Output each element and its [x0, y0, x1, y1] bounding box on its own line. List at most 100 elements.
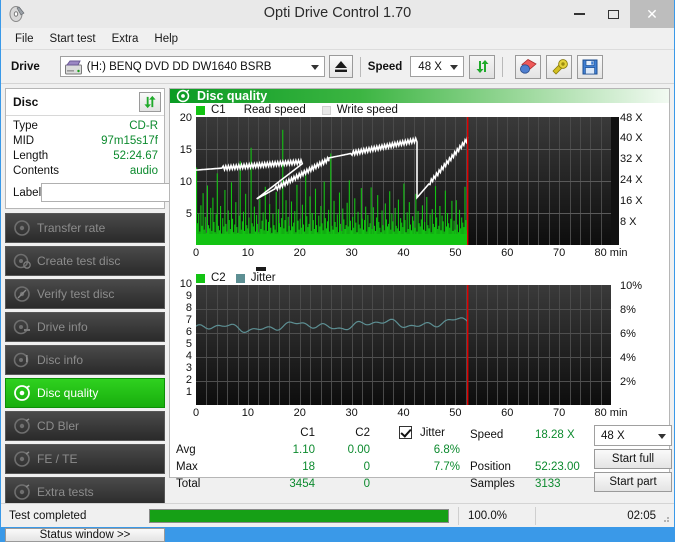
sidebar-item-label: Create test disc	[37, 254, 121, 268]
drive-select-value: (H:) BENQ DVD DD DW1640 BSRB	[86, 60, 272, 73]
sidebar-item-disc-quality[interactable]: Disc quality	[5, 378, 165, 408]
disc-row-contents: Contents audio	[13, 164, 158, 179]
disc-row-value: 52:24.67	[113, 150, 158, 162]
maximize-button[interactable]	[596, 0, 630, 28]
c1-legend: C1 Read speed Write speed	[170, 103, 669, 117]
disc-row-value: 97m15s17f	[101, 135, 158, 147]
c2-y2tick: 6%	[620, 328, 636, 340]
close-button[interactable]: ✕	[630, 0, 674, 28]
refresh-button[interactable]	[469, 54, 496, 79]
c1-plot-wrap: 20 15 10 5 48 X 40 X 32 X 24 X 16 X 8 X …	[170, 112, 669, 267]
wrench-icon	[552, 59, 568, 75]
maximize-icon	[607, 9, 619, 19]
c1-plot[interactable]	[196, 117, 611, 245]
refresh-icon	[144, 95, 156, 109]
sidebar-item-fe-te[interactable]: FE / TE	[5, 444, 165, 474]
sidebar-item-drive-info[interactable]: Drive info	[5, 312, 165, 342]
disc-refresh-button[interactable]	[139, 92, 161, 112]
stats-avg-c1: 1.10	[292, 444, 315, 456]
settings-button[interactable]	[546, 54, 573, 79]
sidebar-item-verify-test-disc[interactable]: Verify test disc	[5, 279, 165, 309]
c1-ytick: 15	[179, 144, 192, 156]
erase-button[interactable]	[515, 54, 542, 79]
c2-ytick: 5	[185, 338, 192, 350]
extra-tests-icon	[13, 483, 31, 501]
verify-disc-icon	[13, 285, 31, 303]
sidebar-item-transfer-rate[interactable]: Transfer rate	[5, 213, 165, 243]
disc-info-icon	[13, 351, 31, 369]
drive-icon	[64, 60, 82, 75]
disc-panel-header: Disc	[6, 89, 164, 116]
chevron-down-icon	[658, 433, 666, 439]
c2-ytick: 4	[185, 350, 192, 362]
legend-label-c2: C2	[211, 272, 226, 284]
speed-label: Speed	[367, 60, 403, 73]
c1-xtick: 30	[345, 247, 358, 259]
c1-xtick: 80 min	[594, 247, 628, 259]
c1-xtick: 40	[397, 247, 410, 259]
c2-ytick: 8	[185, 302, 192, 314]
disc-row-key: Length	[13, 150, 49, 162]
status-divider	[458, 506, 459, 525]
sidebar-item-cd-bler[interactable]: CD Bler	[5, 411, 165, 441]
speed-stat-value: 18.28 X	[535, 429, 575, 441]
legend-label-jitter: Jitter	[250, 272, 276, 284]
sidebar-item-create-test-disc[interactable]: Create test disc	[5, 246, 165, 276]
stats-max-c2: 0	[363, 461, 370, 473]
position-stat-value: 52:23.00	[535, 461, 580, 473]
minimize-button[interactable]	[562, 0, 596, 28]
drive-label: Drive	[11, 60, 40, 73]
progress-percent: 100.0%	[468, 509, 508, 522]
c2-jitter-plot[interactable]	[196, 285, 611, 405]
drive-select[interactable]: (H:) BENQ DVD DD DW1640 BSRB	[59, 56, 325, 77]
create-disc-icon	[13, 252, 31, 270]
test-speed-select[interactable]: 48 X	[594, 425, 672, 446]
floppy-disk-icon	[582, 59, 598, 74]
samples-stat-value: 3133	[535, 478, 561, 490]
stats-row-label-max: Max	[176, 461, 198, 473]
stats-col-c1: C1	[300, 427, 315, 439]
sidebar-item-label: Disc quality	[37, 386, 99, 400]
samples-stat-label: Samples	[470, 478, 515, 490]
jitter-checkbox[interactable]	[399, 426, 412, 442]
c2-xtick: 10	[241, 407, 254, 419]
legend-label-write-speed: Write speed	[336, 104, 398, 116]
eject-button[interactable]	[328, 55, 353, 78]
c2-xtick: 40	[397, 407, 410, 419]
c1-xtick: 10	[241, 247, 254, 259]
speed-select[interactable]: 48 X	[410, 56, 465, 77]
save-button[interactable]	[577, 54, 604, 79]
test-speed-value: 48 X	[601, 429, 625, 442]
start-full-button[interactable]: Start full	[594, 449, 672, 469]
stats-total-c2: 0	[363, 478, 370, 490]
toolbar-divider-2	[502, 56, 504, 77]
c1-y2tick: 48 X	[620, 112, 643, 124]
disc-row-value: CD-R	[129, 120, 158, 132]
toolbar-divider	[359, 56, 361, 77]
elapsed-time: 02:05	[627, 509, 656, 522]
status-window-button[interactable]: Status window >>	[5, 528, 165, 542]
disc-row-value: audio	[129, 165, 158, 177]
c1-y2tick: 8 X	[620, 216, 637, 228]
sidebar-item-label: Verify test disc	[37, 287, 115, 301]
sidebar-item-disc-info[interactable]: Disc info	[5, 345, 165, 375]
title-bar: Opti Drive Control 1.70 ✕	[1, 0, 674, 28]
stats-avg-c2: 0.00	[347, 444, 370, 456]
stats-panel: C1 C2 Jitter Avg 1.10 0.00 6.8% Max 18 0…	[170, 425, 672, 492]
menu-item-extra[interactable]: Extra	[104, 31, 147, 47]
c2-xtick: 50	[449, 407, 462, 419]
fe-te-icon	[13, 450, 31, 468]
c1-y2tick: 24 X	[620, 174, 643, 186]
charts-area: C1 Read speed Write speed 20 15 10 5 48 …	[170, 103, 672, 492]
disc-row-key: Type	[13, 120, 38, 132]
c1-y2tick: 32 X	[620, 153, 643, 165]
app-window: Opti Drive Control 1.70 ✕ File Start tes…	[0, 0, 675, 542]
c1-ytick: 10	[179, 176, 192, 188]
menu-item-help[interactable]: Help	[146, 31, 186, 47]
resize-grip[interactable]	[660, 513, 670, 523]
start-part-button[interactable]: Start part	[594, 472, 672, 492]
menu-item-file[interactable]: File	[7, 31, 42, 47]
menu-item-start-test[interactable]: Start test	[42, 31, 104, 47]
c2-xtick: 80 min	[594, 407, 628, 419]
c2-ytick: 7	[185, 314, 192, 326]
